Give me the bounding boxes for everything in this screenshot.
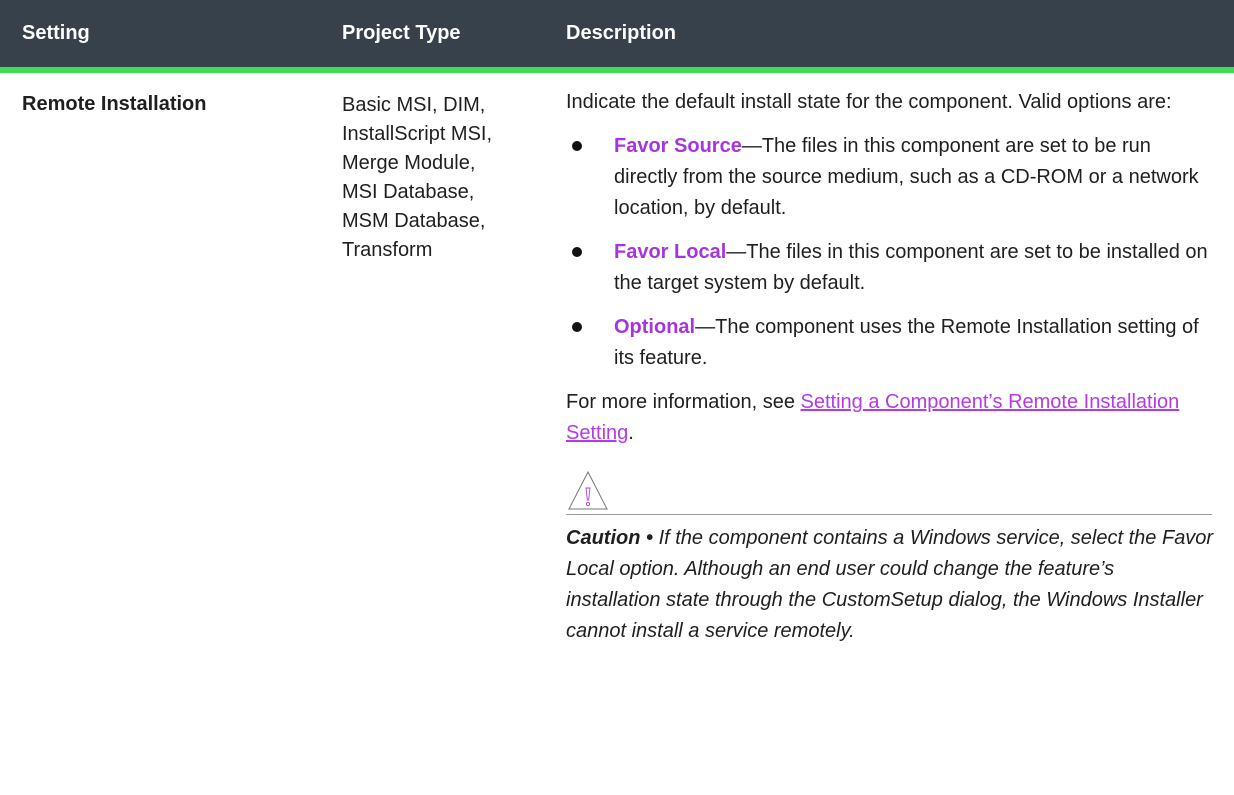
option-text: —The component uses the Remote Installat… [614, 316, 1199, 369]
project-type-line: Merge Module, [342, 152, 476, 174]
option-term: Favor Source [614, 135, 742, 157]
header-setting: Setting [22, 22, 90, 44]
more-info-prefix: For more information, see [566, 391, 801, 413]
description-cell: Indicate the default install state for t… [546, 73, 1214, 667]
bullet-icon [572, 247, 582, 257]
bullet-icon [572, 141, 582, 151]
list-item: Favor Source—The files in this component… [566, 131, 1214, 224]
project-type-line: InstallScript MSI, [342, 123, 493, 145]
project-type-line: Basic MSI, DIM, [342, 94, 486, 116]
table-header: Setting Project Type Description [0, 0, 1234, 73]
options-list: Favor Source—The files in this component… [566, 131, 1214, 374]
bullet-icon [572, 322, 582, 332]
list-item: Favor Local—The files in this component … [566, 237, 1214, 299]
caution-text: If the component contains a Windows serv… [566, 527, 1214, 642]
project-type-line: MSI Database, [342, 181, 475, 203]
option-term: Optional [614, 316, 696, 338]
more-info: For more information, see Setting a Comp… [566, 387, 1214, 449]
option-term: Favor Local [614, 241, 727, 263]
caution-divider [566, 514, 1212, 515]
more-info-suffix: . [628, 422, 634, 444]
list-item: Optional—The component uses the Remote I… [566, 312, 1214, 374]
header-project-type: Project Type [342, 22, 461, 44]
setting-name: Remote Installation [22, 93, 207, 115]
settings-table: Setting Project Type Description Remote … [0, 0, 1234, 667]
header-description: Description [566, 22, 677, 44]
description-intro: Indicate the default install state for t… [566, 91, 1172, 113]
warning-triangle-icon [566, 469, 610, 513]
project-type-cell: Basic MSI, DIM, InstallScript MSI, Merge… [322, 73, 546, 265]
caution-label: Caution • [566, 527, 659, 549]
project-type-line: MSM Database, [342, 210, 486, 232]
project-type-line: Transform [342, 239, 433, 261]
caution-note: Caution • If the component contains a Wi… [566, 523, 1214, 647]
table-row: Remote Installation Basic MSI, DIM, Inst… [0, 73, 1234, 667]
